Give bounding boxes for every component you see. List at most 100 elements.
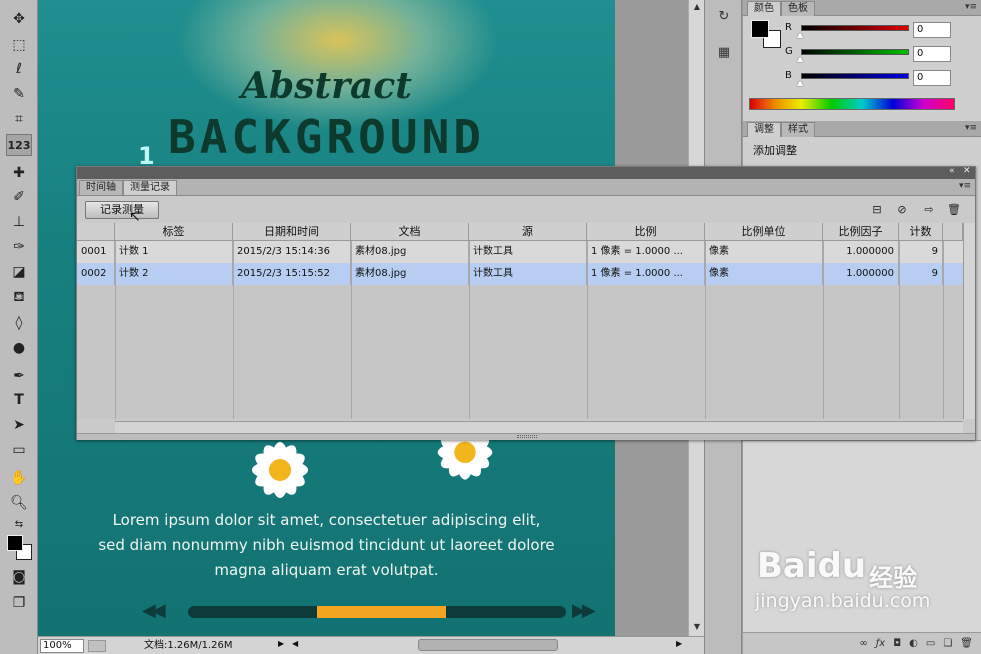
path-select-tool-icon[interactable]: ➤ [6,414,32,436]
move-tool-icon[interactable]: ✥ [6,8,32,30]
link-layers-icon[interactable]: ∞ [859,638,867,649]
deselect-measurements-icon[interactable]: ⊘ [893,203,911,217]
history-panel-icon[interactable]: ↻ [710,4,738,28]
scroll-right-icon[interactable]: ▶ [676,639,682,648]
marquee-tool-icon[interactable]: ⬚ [6,34,32,56]
stamp-tool-icon[interactable]: ⊥ [6,211,32,233]
history-brush-tool-icon[interactable]: ✑ [6,236,32,258]
blue-slider-handle-icon[interactable]: ▲ [797,78,803,87]
fx-icon[interactable]: ƒx [876,638,885,649]
zoom-tool-icon[interactable]: 🔍︎ [6,492,32,514]
row-datetime: 2015/2/3 15:15:52 [233,263,351,285]
screen-mode-icon[interactable]: ❐ [6,592,32,614]
column-header-scale-unit[interactable]: 比例单位 [705,223,823,241]
panel-menu-icon[interactable]: ▾≡ [965,2,977,12]
close-panel-icon[interactable]: ✕ [963,166,971,176]
type-tool-icon[interactable]: T [6,389,32,411]
daisy-flower-icon [252,442,308,498]
tab-swatches[interactable]: 色板 [781,1,815,16]
green-value-input[interactable]: 0 [913,46,951,62]
pen-tool-icon[interactable]: ✒ [6,365,32,387]
row-document: 素材08.jpg [351,263,469,285]
panel-menu-icon[interactable]: ▾≡ [959,181,971,191]
new-group-icon[interactable]: ▭ [926,638,935,649]
quick-mask-icon[interactable]: ◙ [6,566,32,588]
row-source: 计数工具 [469,263,587,285]
crop-tool-icon[interactable]: ⌗ [6,108,32,130]
table-vertical-scrollbar[interactable] [963,223,975,419]
shape-tool-icon[interactable]: ▭ [6,439,32,461]
column-header-document[interactable]: 文档 [351,223,469,241]
row-scale-factor: 1.000000 [823,263,899,285]
red-slider[interactable] [801,25,909,31]
tab-color[interactable]: 颜色 [747,1,781,16]
dodge-tool-icon[interactable]: ● [6,337,32,359]
art-body-line: sed diam nonummy nibh euismod tincidunt … [98,536,555,554]
tab-styles[interactable]: 样式 [781,122,815,137]
zoom-level-field[interactable]: 100% [40,639,84,653]
blue-value-input[interactable]: 0 [913,70,951,86]
canvas-horizontal-scroll-thumb[interactable] [418,639,558,651]
measure-panel-tabbar: 时间轴 测量记录 ▾≡ [77,179,975,196]
row-id: 0001 [77,241,115,263]
red-value-input[interactable]: 0 [913,22,951,38]
panel-menu-icon[interactable]: ▾≡ [965,123,977,133]
paint-bucket-tool-icon[interactable]: ⛾ [6,287,32,309]
column-divider [705,241,706,419]
properties-panel-icon[interactable]: ▦ [710,40,738,64]
foreground-color-swatch[interactable] [7,535,23,551]
quick-select-tool-icon[interactable]: ✎ [6,83,32,105]
blur-tool-icon[interactable]: ◊ [6,312,32,334]
green-channel-label: G [785,46,793,57]
column-header-label[interactable]: 标签 [115,223,233,241]
tab-timeline[interactable]: 时间轴 [79,180,123,195]
brush-tool-icon[interactable]: ✐ [6,186,32,208]
row-scale: 1 像素 = 1.0000 ... [587,241,705,263]
scroll-down-icon[interactable]: ▼ [689,620,705,634]
healing-tool-icon[interactable]: ✚ [6,162,32,184]
table-row[interactable]: 0001 计数 1 2015/2/3 15:14:36 素材08.jpg 计数工… [77,241,963,263]
column-divider [351,241,352,419]
table-row[interactable]: 0002 计数 2 2015/2/3 15:15:52 素材08.jpg 计数工… [77,263,963,285]
column-divider [587,241,588,419]
status-menu-arrow-icon[interactable]: ▶ [278,639,284,648]
adjustment-layer-icon[interactable]: ◐ [909,638,918,649]
column-header-datetime[interactable]: 日期和时间 [233,223,351,241]
eraser-tool-icon[interactable]: ◪ [6,261,32,283]
column-header-scale-factor[interactable]: 比例因子 [823,223,899,241]
delete-layer-icon[interactable]: 🗑︎ [960,638,973,649]
table-horizontal-scrollbar[interactable] [115,421,963,433]
red-slider-handle-icon[interactable]: ▲ [797,30,803,39]
lasso-tool-icon[interactable]: ℓ [6,58,32,80]
column-header-source[interactable]: 源 [469,223,587,241]
collapse-panel-icon[interactable]: « [949,166,955,176]
color-fg-swatch[interactable] [751,20,769,38]
row-label: 计数 2 [115,263,233,285]
panel-titlebar[interactable]: « ✕ [77,166,975,179]
green-slider-handle-icon[interactable]: ▲ [797,54,803,63]
green-slider[interactable] [801,49,909,55]
tools-panel: ✥ ⬚ ℓ ✎ ⌗ 123 ✚ ✐ ⊥ ✑ ◪ ⛾ ◊ ● ✒ T ➤ ▭ ✋ … [0,0,38,654]
column-header-scale[interactable]: 比例 [587,223,705,241]
column-header-count[interactable]: 计数 [899,223,943,241]
blue-slider[interactable] [801,73,909,79]
record-measurements-button[interactable]: 记录测量 [85,201,159,219]
count-tool-icon[interactable]: 123 [6,134,32,156]
select-all-measurements-icon[interactable]: ⊟ [868,203,886,217]
delete-measurements-icon[interactable]: 🗑︎ [945,203,963,217]
export-measurements-icon[interactable]: ⇨ [920,203,938,217]
swap-colors-icon[interactable]: ⇆ [6,513,32,535]
chevron-left-icon: ◀◀ [142,600,166,621]
row-scale-factor: 1.000000 [823,241,899,263]
new-layer-icon[interactable]: ❏ [943,638,952,649]
color-spectrum-bar[interactable] [749,98,955,110]
blue-channel-label: B [785,70,792,81]
layer-mask-icon[interactable]: ◘ [893,638,901,649]
hand-tool-icon[interactable]: ✋ [6,467,32,489]
tab-measurement-log[interactable]: 测量记录 [123,180,177,195]
panel-resize-handle[interactable] [77,433,975,440]
scroll-up-icon[interactable]: ▲ [689,0,705,14]
document-info[interactable]: 文档:1.26M/1.26M [144,639,233,653]
scroll-left-icon[interactable]: ◀ [292,639,298,648]
tab-adjustments[interactable]: 调整 [747,122,781,137]
